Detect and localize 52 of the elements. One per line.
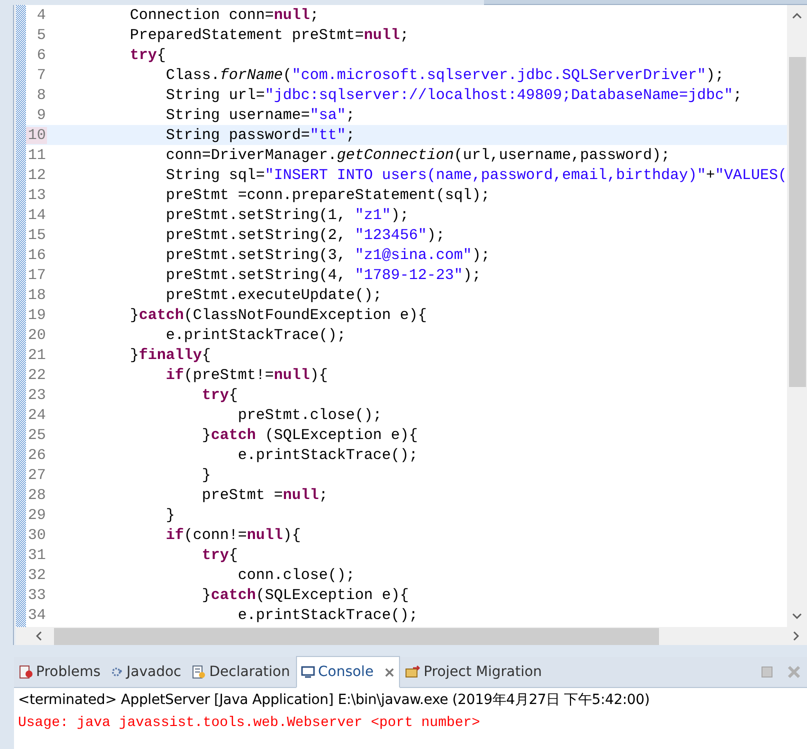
code-line: preStmt =null; — [200, 486, 328, 504]
code-line: conn.close(); — [236, 566, 355, 584]
code-line: String sql="INSERT INTO users(name,password,email,birthday)"+"VALUES( — [164, 166, 787, 184]
code-line: e.printStackTrace(); — [164, 326, 346, 344]
line-number: 10 — [26, 126, 47, 144]
close-icon[interactable] — [384, 668, 394, 676]
code-line: try{ — [128, 46, 166, 64]
view-tab[interactable]: Problems — [14, 656, 107, 688]
console-output: Usage: java javassist.tools.web.Webserver <port number> — [18, 715, 482, 731]
declaration-icon — [192, 665, 206, 679]
code-line: try{ — [200, 386, 238, 404]
code-line: conn=DriverManager.getConnection(url,username,password); — [164, 146, 670, 164]
monitor-icon — [300, 665, 315, 679]
code-line: }catch(ClassNotFoundException e){ — [128, 306, 427, 324]
code-line: preStmt.setString(3, "z1@sina.com"); — [164, 246, 490, 264]
migration-icon — [404, 665, 421, 679]
code-line: }catch(SQLException e){ — [200, 586, 409, 604]
code-line: try{ — [200, 546, 238, 564]
javadoc-icon — [112, 665, 124, 679]
code-line: Class.forName("com.microsoft.sqlserver.jdbc.SQLServerDriver"); — [164, 66, 724, 84]
code-line: e.printStackTrace(); — [236, 606, 418, 624]
code-line: String password="tt"; — [164, 126, 355, 144]
problems-icon — [19, 665, 33, 679]
scroll-right-icon[interactable] — [793, 631, 799, 641]
code-line: if(conn!=null){ — [164, 526, 301, 544]
code-line: preStmt.setString(4, "1789-12-23"); — [164, 266, 481, 284]
code-line: Connection conn=null; — [128, 6, 319, 24]
code-line: preStmt.close(); — [236, 406, 382, 424]
code-line: }catch (SQLException e){ — [200, 426, 418, 444]
code-line: }finally{ — [128, 346, 211, 364]
scroll-left-icon[interactable] — [36, 631, 42, 641]
code-editor[interactable] — [14, 5, 807, 645]
code-line: if(preStmt!=null){ — [164, 366, 328, 384]
code-line: e.printStackTrace(); — [236, 446, 418, 464]
scroll-down-icon[interactable] — [792, 613, 802, 619]
code-line: preStmt =conn.prepareStatement(sql); — [164, 186, 490, 204]
console-header: <terminated> AppletServer [Java Application] E:\bin\javaw.exe (2019年4月27日 下午5:42:00) — [18, 691, 651, 709]
view-tab[interactable]: Project Migration — [400, 656, 548, 688]
view-tab[interactable]: Console — [296, 656, 400, 688]
code-line: String username="sa"; — [164, 106, 355, 124]
code-line: PreparedStatement preStmt=null; — [128, 26, 409, 44]
code-line: } — [164, 506, 175, 524]
code-line: preStmt.setString(2, "123456"); — [164, 226, 445, 244]
code-line: preStmt.executeUpdate(); — [164, 286, 382, 304]
vertical-scrollbar[interactable] — [787, 5, 807, 627]
horizontal-scrollbar[interactable] — [16, 627, 807, 645]
code-line: String url="jdbc:sqlserver://localhost:49809;DatabaseName=jdbc"; — [164, 86, 742, 104]
view-tab[interactable]: Javadoc — [106, 656, 188, 688]
view-tab[interactable]: Declaration — [187, 656, 296, 688]
scroll-up-icon[interactable] — [792, 13, 802, 19]
code-line: preStmt.setString(1, "z1"); — [164, 206, 409, 224]
code-line: } — [200, 466, 211, 484]
